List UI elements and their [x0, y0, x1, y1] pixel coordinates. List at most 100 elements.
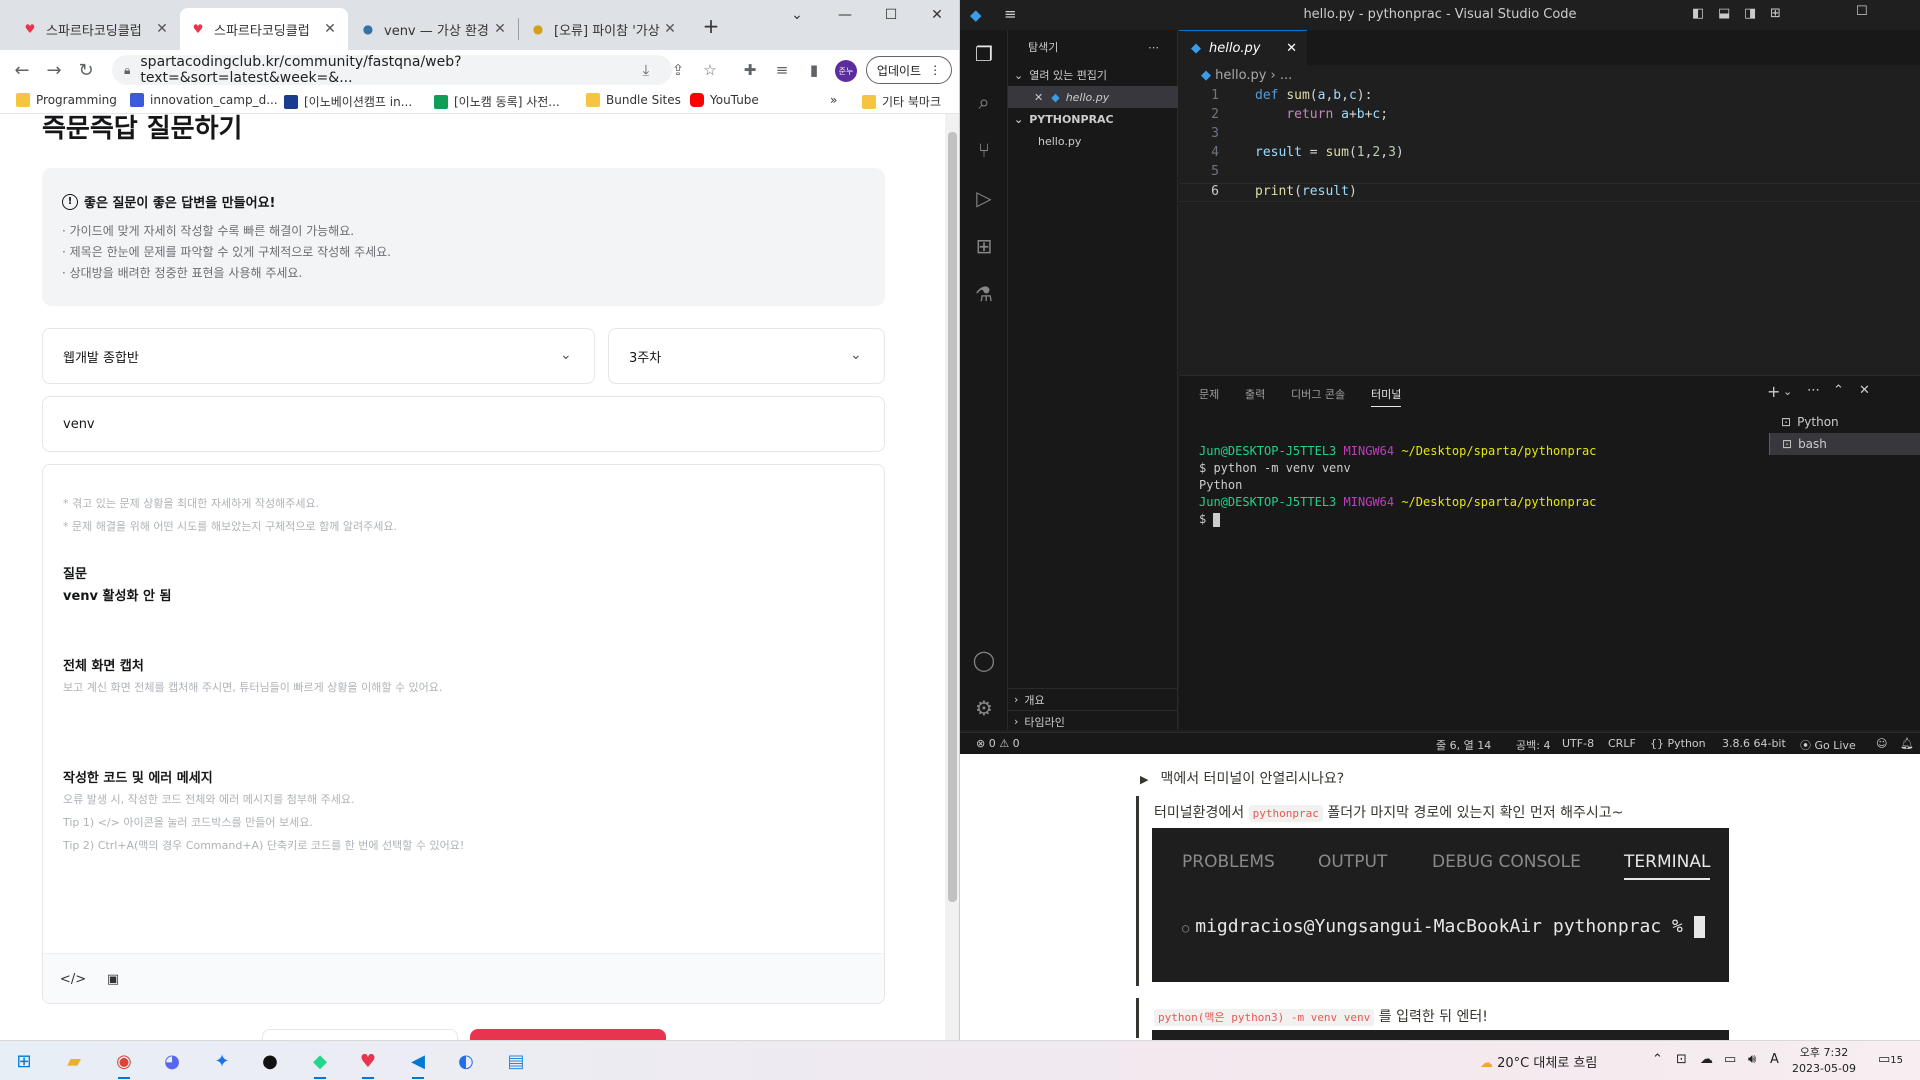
- extensions-icon[interactable]: ✚: [740, 60, 760, 80]
- notifications-bell-icon[interactable]: 🔔︎: [1900, 737, 1914, 750]
- new-tab-icon[interactable]: +: [698, 14, 724, 40]
- eol-status[interactable]: CRLF: [1608, 737, 1636, 750]
- onedrive-icon[interactable]: ☁: [1700, 1052, 1713, 1067]
- close-tab-icon[interactable]: ✕: [322, 21, 338, 37]
- panel-tab-problems[interactable]: 문제: [1199, 386, 1219, 402]
- code-block-icon[interactable]: </>: [60, 969, 86, 989]
- bookmarks-more-icon[interactable]: »: [830, 93, 837, 107]
- golive-status[interactable]: ⦿ Go Live: [1800, 737, 1856, 753]
- bookmark-youtube[interactable]: YouTube: [690, 93, 759, 107]
- toggle-secondary-icon[interactable]: ◨: [1744, 6, 1756, 21]
- question-editor[interactable]: * 겪고 있는 문제 상황을 최대한 자세하게 작성해주세요. * 문제 해결을…: [42, 464, 885, 1004]
- breadcrumb-more[interactable]: ...: [1280, 68, 1292, 83]
- week-select[interactable]: 3주차 ⌄: [608, 328, 885, 384]
- windows-start-icon[interactable]: ⊞: [12, 1049, 36, 1073]
- side-panel-icon[interactable]: ▮: [804, 60, 824, 80]
- page-scrollbar[interactable]: [945, 114, 959, 1040]
- cursor-position[interactable]: 줄 6, 열 14: [1436, 737, 1491, 753]
- scroll-thumb[interactable]: [948, 132, 957, 902]
- timeline-header[interactable]: › 타임라인: [1008, 710, 1178, 732]
- indent-status[interactable]: 공백: 4: [1516, 737, 1550, 753]
- code-line[interactable]: 2 return a+b+c;: [1179, 107, 1920, 126]
- browser-tab-2[interactable]: ♥ 스파르타코딩클럽 ✕: [180, 8, 348, 50]
- accounts-icon[interactable]: ◯: [972, 648, 996, 672]
- panel-tab-output[interactable]: 출력: [1245, 386, 1265, 402]
- panel-tab-debug-console[interactable]: 디버그 콘솔: [1291, 386, 1345, 402]
- settings-gear-icon[interactable]: ⚙: [972, 696, 996, 720]
- terminal-item-bash[interactable]: ⊡ bash: [1769, 433, 1920, 455]
- bookmark-bundle[interactable]: Bundle Sites: [586, 93, 681, 107]
- app-icon[interactable]: ✦: [210, 1049, 234, 1073]
- reading-list-icon[interactable]: ≡: [772, 60, 792, 80]
- discord-icon[interactable]: ◕: [160, 1049, 184, 1073]
- toggle-panel-icon[interactable]: ⬓: [1718, 6, 1730, 21]
- image-icon[interactable]: ▣: [103, 969, 123, 989]
- search-icon[interactable]: ⌕: [972, 90, 996, 114]
- folder-header[interactable]: ⌄ PYTHONPRAC: [1008, 108, 1178, 130]
- browser-tab-3[interactable]: ● venv — 가상 환경 ✕: [350, 8, 518, 50]
- editor-tab-hello[interactable]: ◆ hello.py ✕: [1179, 30, 1307, 65]
- tray-app-icon[interactable]: ⊡: [1676, 1052, 1687, 1067]
- bookmark-other[interactable]: 기타 북마크: [862, 93, 941, 110]
- github-icon[interactable]: ●: [258, 1049, 282, 1073]
- submit-button[interactable]: [470, 1029, 666, 1040]
- share-icon[interactable]: ⇪: [668, 60, 688, 80]
- bookmark-innovation[interactable]: innovation_camp_d...: [130, 93, 278, 107]
- feedback-icon[interactable]: ☺: [1876, 737, 1887, 750]
- close-icon[interactable]: ✕: [1034, 91, 1043, 104]
- bookmark-programming[interactable]: Programming: [16, 93, 117, 107]
- new-terminal-icon[interactable]: +: [1767, 382, 1780, 401]
- code-line-current[interactable]: 6 print(result): [1179, 183, 1920, 202]
- explorer-icon[interactable]: ❐: [972, 42, 996, 66]
- breadcrumb-file[interactable]: hello.py: [1215, 68, 1266, 83]
- notepad-icon[interactable]: ▤: [504, 1049, 528, 1073]
- code-line[interactable]: 1 def sum(a,b,c):: [1179, 88, 1920, 107]
- extensions-icon[interactable]: ⊞: [972, 234, 996, 258]
- open-editors-header[interactable]: ⌄ 열려 있는 편집기: [1008, 64, 1178, 86]
- language-status[interactable]: {} Python: [1650, 737, 1706, 750]
- back-icon[interactable]: ←: [10, 58, 34, 82]
- terminal-item-python[interactable]: ⊡ Python: [1769, 411, 1920, 433]
- ime-indicator[interactable]: A: [1770, 1052, 1779, 1067]
- volume-icon[interactable]: 🔊︎: [1748, 1052, 1756, 1067]
- close-tab-icon[interactable]: ✕: [492, 21, 508, 37]
- weather-widget[interactable]: ☁ 20°C 대체로 흐림: [1480, 1052, 1597, 1071]
- sparta-app-icon[interactable]: ♥: [356, 1049, 380, 1079]
- file-explorer-icon[interactable]: ▰: [62, 1049, 86, 1073]
- maximize-panel-icon[interactable]: ⌃: [1833, 383, 1844, 398]
- problems-status[interactable]: ⊗ 0 ⚠ 0: [976, 737, 1020, 750]
- vscode-taskbar-icon[interactable]: ◀: [406, 1049, 430, 1079]
- testing-icon[interactable]: ⚗: [972, 282, 996, 306]
- code-line[interactable]: 3: [1179, 126, 1920, 145]
- toggle-summary[interactable]: ▶ 맥에서 터미널이 안열리시나요?: [1140, 768, 1344, 788]
- open-editor-item[interactable]: ✕ ◆ hello.py: [1008, 86, 1178, 108]
- clock[interactable]: 오후 7:32 2023-05-09: [1792, 1045, 1856, 1077]
- outline-header[interactable]: › 개요: [1008, 688, 1178, 710]
- tab-search-icon[interactable]: ⌄: [774, 0, 820, 30]
- interpreter-status[interactable]: 3.8.6 64-bit: [1722, 737, 1786, 750]
- vs-maximize-icon[interactable]: ☐: [1856, 4, 1868, 19]
- toggle-sidebar-icon[interactable]: ◧: [1692, 6, 1704, 21]
- terminal-dropdown-icon[interactable]: ⌄: [1783, 385, 1792, 398]
- tray-chevron-icon[interactable]: ⌃: [1652, 1052, 1663, 1067]
- forward-icon[interactable]: →: [42, 58, 66, 82]
- more-actions-icon[interactable]: ⋯: [1148, 41, 1159, 54]
- minimize-icon[interactable]: —: [822, 0, 868, 30]
- pycharm-icon[interactable]: ◆: [308, 1049, 332, 1079]
- bookmark-sheet[interactable]: [이노캠 동록] 사전...: [434, 93, 560, 110]
- bookmark-camp[interactable]: [이노베이션캠프 in...: [284, 93, 412, 110]
- close-icon[interactable]: ✕: [1286, 41, 1297, 56]
- folder-file-item[interactable]: hello.py: [1008, 130, 1178, 152]
- encoding-status[interactable]: UTF-8: [1562, 737, 1594, 750]
- bookmark-star-icon[interactable]: ☆: [700, 60, 720, 80]
- network-icon[interactable]: ▭: [1724, 1052, 1736, 1067]
- install-icon[interactable]: ⤓: [636, 60, 656, 80]
- address-bar[interactable]: 🔒︎ spartacodingclub.kr/community/fastqna…: [112, 54, 672, 86]
- run-debug-icon[interactable]: ▷: [972, 186, 996, 210]
- maximize-icon[interactable]: ☐: [868, 0, 914, 30]
- course-select[interactable]: 웹개발 종합반 ⌄: [42, 328, 595, 384]
- source-control-icon[interactable]: ⑂: [972, 138, 996, 162]
- reload-icon[interactable]: ↻: [74, 58, 98, 82]
- close-panel-icon[interactable]: ✕: [1859, 383, 1870, 398]
- code-line[interactable]: 5: [1179, 164, 1920, 183]
